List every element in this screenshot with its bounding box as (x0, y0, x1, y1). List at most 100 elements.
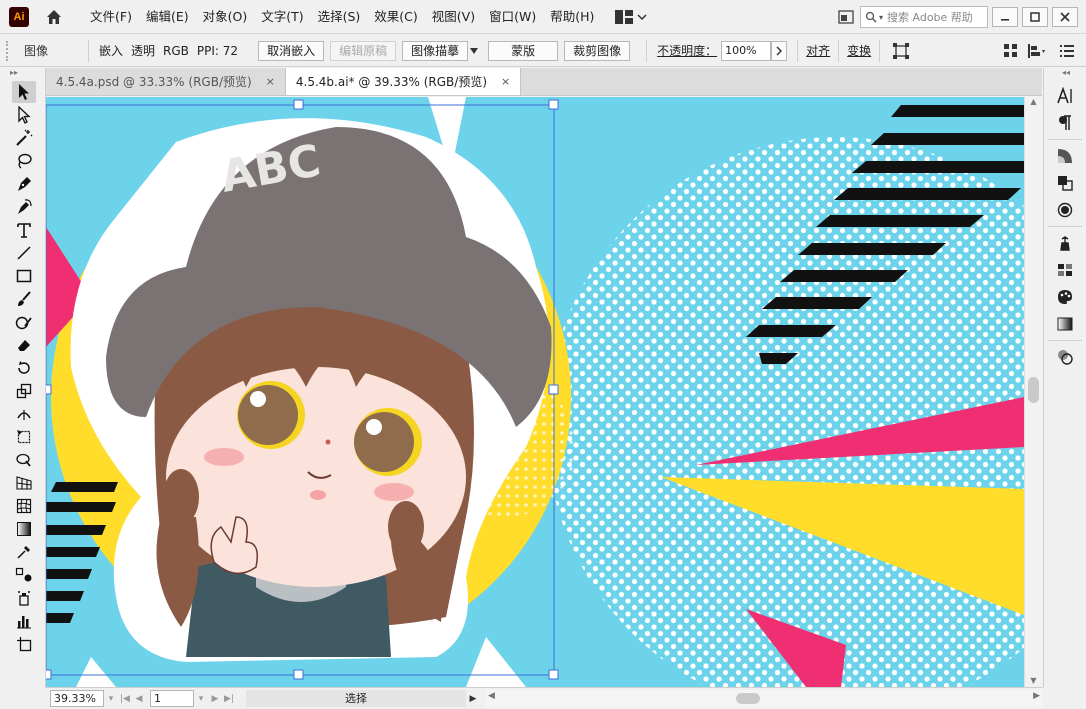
paintbrush-tool-icon[interactable] (12, 288, 36, 310)
image-trace-dropdown-icon[interactable] (468, 41, 480, 61)
vertical-scrollbar[interactable]: ▲ ▼ (1024, 97, 1042, 687)
scale-tool-icon[interactable] (12, 380, 36, 402)
isolate-object-icon[interactable] (892, 42, 910, 60)
zoom-level-field[interactable]: 39.33% (50, 690, 104, 707)
perspective-grid-tool-icon[interactable] (12, 472, 36, 494)
last-artboard-icon[interactable]: ▶| (222, 694, 236, 704)
align-link[interactable]: 对齐 (806, 42, 830, 59)
pen-tool-icon[interactable] (12, 173, 36, 195)
menu-view[interactable]: 视图(V) (425, 0, 482, 34)
align-options-icon[interactable] (1028, 43, 1046, 58)
eyedropper-tool-icon[interactable] (12, 541, 36, 563)
minimize-button[interactable] (992, 7, 1018, 27)
crop-image-button[interactable]: 裁剪图像 (564, 40, 631, 61)
pathfinder-panel-icon[interactable] (1054, 172, 1076, 194)
workspace-switcher[interactable] (615, 9, 647, 24)
symbol-sprayer-tool-icon[interactable] (12, 587, 36, 609)
mesh-tool-icon[interactable] (12, 495, 36, 517)
shaper-tool-icon[interactable] (12, 311, 36, 333)
menu-type[interactable]: 文字(T) (254, 0, 310, 34)
next-artboard-icon[interactable]: ▶ (208, 694, 222, 704)
selection-type-label: 图像 (24, 44, 49, 58)
tab-4-5-4b[interactable]: 4.5.4b.ai* @ 39.33% (RGB/预览) × (285, 68, 522, 95)
width-tool-icon[interactable] (12, 403, 36, 425)
symbols-panel-icon[interactable] (1054, 232, 1076, 254)
close-tab-icon[interactable]: × (501, 75, 510, 88)
tools-panel: ▸▸ (0, 68, 46, 688)
swatches-panel-icon[interactable] (1054, 259, 1076, 281)
image-trace-button[interactable]: 图像描摹 (402, 40, 469, 61)
panel-menu-icon[interactable] (1060, 44, 1074, 57)
collapse-toolbar-icon[interactable]: ▸▸ (0, 68, 45, 80)
magic-wand-tool-icon[interactable] (12, 127, 36, 149)
first-artboard-icon[interactable]: |◀ (118, 694, 132, 704)
lasso-tool-icon[interactable] (12, 150, 36, 172)
artboard-dropdown-icon[interactable]: ▾ (194, 694, 208, 704)
opacity-slider-toggle[interactable] (771, 40, 788, 61)
selection-tool-icon[interactable] (12, 81, 36, 103)
mask-button[interactable]: 蒙版 (488, 40, 559, 61)
shape-builder-tool-icon[interactable] (12, 449, 36, 471)
control-bar-grip[interactable] (6, 40, 12, 61)
close-tab-icon[interactable]: × (266, 75, 275, 88)
artboard-canvas[interactable]: ABC (46, 97, 1024, 687)
status-menu-icon[interactable]: ▶ (466, 694, 480, 704)
current-tool-status: 选择 (246, 690, 466, 707)
menu-file[interactable]: 文件(F) (83, 0, 139, 34)
zoom-dropdown-icon[interactable]: ▾ (104, 694, 118, 704)
scroll-right-icon[interactable]: ▶ (1033, 691, 1040, 701)
search-dropdown-icon: ▾ (879, 12, 884, 22)
menu-window[interactable]: 窗口(W) (482, 0, 543, 34)
appearance-panel-icon[interactable] (1054, 199, 1076, 221)
scroll-left-icon[interactable]: ◀ (488, 691, 495, 701)
previous-artboard-icon[interactable]: ◀ (132, 694, 146, 704)
artboard-number-field[interactable]: 1 (150, 690, 194, 707)
transparency-panel-icon[interactable] (1054, 145, 1076, 167)
help-search-field[interactable]: ▾ 搜索 Adobe 帮助 (860, 6, 988, 28)
direct-selection-tool-icon[interactable] (12, 104, 36, 126)
unembed-button[interactable]: 取消嵌入 (258, 40, 325, 61)
menu-object[interactable]: 对象(O) (196, 0, 255, 34)
column-graph-tool-icon[interactable] (12, 610, 36, 632)
line-segment-tool-icon[interactable] (12, 242, 36, 264)
vertical-scroll-thumb[interactable] (1028, 377, 1039, 403)
blend-tool-icon[interactable] (12, 564, 36, 586)
tab-4-5-4a[interactable]: 4.5.4a.psd @ 33.33% (RGB/预览) × (46, 68, 286, 95)
rectangle-tool-icon[interactable] (12, 265, 36, 287)
maximize-button[interactable] (1022, 7, 1048, 27)
chevron-down-icon (637, 13, 647, 20)
scroll-up-icon[interactable]: ▲ (1025, 97, 1042, 106)
rotate-tool-icon[interactable] (12, 357, 36, 379)
gradient-panel-icon[interactable] (1054, 313, 1076, 335)
expand-panels-icon[interactable]: ◂◂ (1044, 68, 1086, 80)
menu-help[interactable]: 帮助(H) (543, 0, 601, 34)
menu-effect[interactable]: 效果(C) (367, 0, 424, 34)
artboard-tool-icon[interactable] (12, 633, 36, 655)
eraser-tool-icon[interactable] (12, 334, 36, 356)
menu-select[interactable]: 选择(S) (311, 0, 368, 34)
scroll-down-icon[interactable]: ▼ (1025, 676, 1042, 685)
type-tool-icon[interactable] (12, 219, 36, 241)
home-icon[interactable] (43, 6, 65, 28)
gradient-tool-icon[interactable] (12, 518, 36, 540)
curvature-tool-icon[interactable] (12, 196, 36, 218)
free-transform-tool-icon[interactable] (12, 426, 36, 448)
opacity-input[interactable]: 100% (721, 40, 772, 61)
divider (1048, 340, 1082, 341)
horizontal-scroll-thumb[interactable] (736, 693, 760, 704)
divider (838, 39, 840, 62)
close-window-button[interactable] (1052, 7, 1078, 27)
layers-panel-icon[interactable] (1054, 346, 1076, 368)
opacity-label[interactable]: 不透明度： (657, 42, 717, 59)
color-panel-icon[interactable] (1054, 286, 1076, 308)
menu-bar: Ai 文件(F) 编辑(E) 对象(O) 文字(T) 选择(S) 效果(C) 视… (0, 0, 1086, 34)
transparency-status: 透明 (131, 44, 156, 58)
edit-original-button[interactable]: 编辑原稿 (330, 40, 397, 61)
arrange-documents-icon[interactable] (838, 10, 854, 24)
paragraph-panel-icon[interactable] (1054, 112, 1076, 134)
arrange-grid-icon[interactable] (1004, 43, 1018, 58)
transform-link[interactable]: 变换 (847, 42, 871, 59)
menu-edit[interactable]: 编辑(E) (139, 0, 196, 34)
horizontal-scrollbar[interactable]: ◀ ▶ (486, 690, 1042, 707)
character-panel-icon[interactable] (1054, 85, 1076, 107)
